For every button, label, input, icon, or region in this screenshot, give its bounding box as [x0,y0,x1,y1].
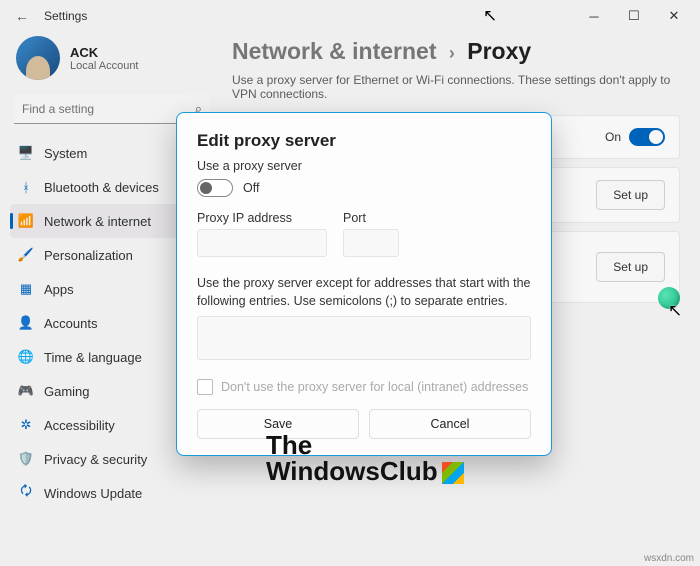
toggle-off-label: Off [243,181,259,195]
save-button[interactable]: Save [197,409,359,439]
port-label: Port [343,211,399,225]
source-watermark: wsxdn.com [644,553,694,564]
proxy-ip-input[interactable] [197,229,327,257]
use-proxy-label: Use a proxy server [197,159,531,173]
ip-label: Proxy IP address [197,211,327,225]
cancel-button[interactable]: Cancel [369,409,531,439]
proxy-port-input[interactable] [343,229,399,257]
local-addresses-checkbox[interactable] [197,379,213,395]
exceptions-label: Use the proxy server except for addresse… [197,275,531,310]
settings-window: ← Settings ─ ☐ ✕ ACK Local Account ⌕ 🖥️S… [0,0,700,566]
use-proxy-toggle[interactable] [197,179,233,197]
edit-proxy-dialog: Edit proxy server Use a proxy server Off… [176,112,552,456]
local-addresses-label: Don't use the proxy server for local (in… [221,380,528,394]
click-highlight [658,287,680,309]
dialog-title: Edit proxy server [197,131,531,151]
exceptions-input[interactable] [197,316,531,360]
